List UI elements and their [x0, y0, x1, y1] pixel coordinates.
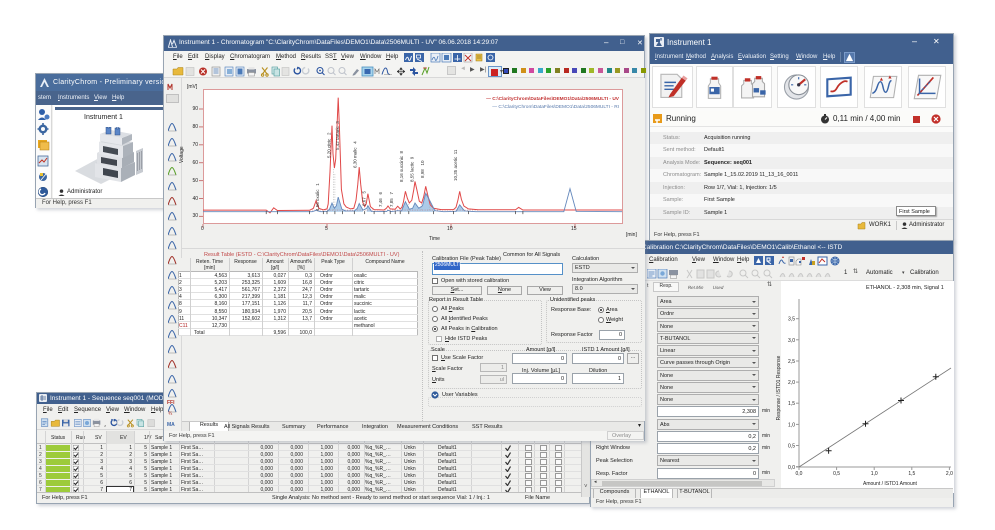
svg-text:1,0: 1,0	[788, 422, 795, 428]
svg-text:7,46 6: 7,46 6	[378, 191, 383, 207]
svg-text:0,0: 0,0	[788, 465, 795, 471]
svg-text:— C:\ClarityChrom\DataFiles\DE: — C:\ClarityChrom\DataFiles\DEMO1\Data\2…	[492, 104, 619, 110]
svg-text:— C:\ClarityChrom\DataFiles\DE: — C:\ClarityChrom\DataFiles\DEMO1\Data\2…	[486, 96, 620, 102]
svg-text:8,98 10: 8,98 10	[420, 160, 425, 178]
svg-text:3,0: 3,0	[788, 338, 795, 344]
svg-text:0,5: 0,5	[788, 444, 795, 450]
svg-text:6,30 malic 4: 6,30 malic 4	[353, 141, 358, 168]
svg-text:1,5: 1,5	[788, 401, 795, 407]
svg-text:5,20 citric 2: 5,20 citric 2	[327, 132, 332, 158]
svg-text:8,55 lactic 9: 8,55 lactic 9	[410, 156, 415, 182]
svg-text:2,5: 2,5	[788, 359, 795, 365]
svg-text:0,0: 0,0	[796, 471, 803, 477]
svg-text:2,0: 2,0	[788, 380, 795, 386]
svg-text:6,67 5: 6,67 5	[362, 190, 367, 206]
svg-text:1,5: 1,5	[908, 471, 915, 477]
svg-text:Response / ISTD1 Response: Response / ISTD1 Response	[776, 355, 782, 420]
svg-text:5,42 tartaric 3: 5,42 tartaric 3	[335, 121, 340, 150]
svg-text:2,0: 2,0	[946, 471, 953, 477]
svg-text:4,56 oxalic 1: 4,56 oxalic 1	[315, 183, 320, 211]
svg-text:7,85 7: 7,85 7	[389, 191, 394, 207]
svg-text:10,35 acetic 11: 10,35 acetic 11	[453, 149, 458, 181]
svg-text:3,5: 3,5	[788, 317, 795, 323]
svg-text:0,5: 0,5	[833, 471, 840, 477]
svg-text:8,16 succinic 8: 8,16 succinic 8	[399, 150, 404, 182]
svg-text:Amount / ISTD1 Amount: Amount / ISTD1 Amount	[863, 481, 918, 487]
svg-text:1,0: 1,0	[871, 471, 878, 477]
